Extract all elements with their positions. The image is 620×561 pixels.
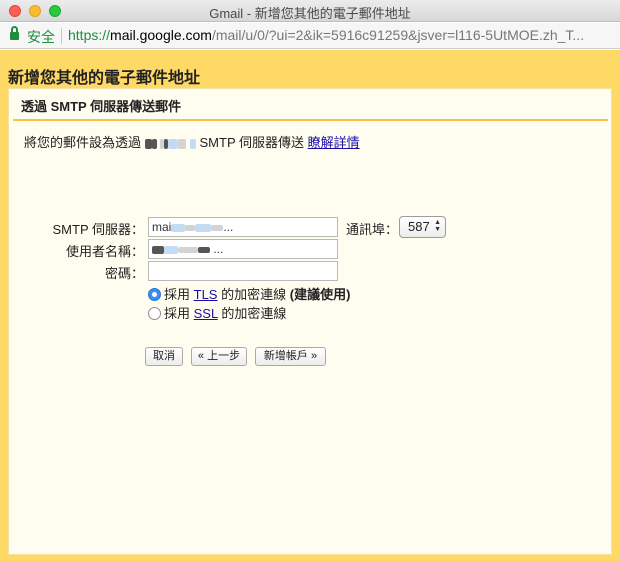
redacted-email-block bbox=[151, 138, 157, 149]
lock-icon bbox=[10, 26, 19, 41]
redacted-email-block bbox=[178, 138, 187, 149]
window-title: Gmail - 新增您其他的電子郵件地址 bbox=[209, 6, 411, 21]
password-input[interactable] bbox=[148, 261, 338, 281]
dialog-header: 新增您其他的電子郵件地址 bbox=[8, 70, 201, 87]
tls-suffix: 的加密連線 bbox=[221, 287, 287, 302]
redacted-text bbox=[178, 246, 198, 253]
intro-prefix: 將您的郵件設為透過 bbox=[24, 135, 142, 150]
smtp-server-label: SMTP 伺服器： bbox=[52, 222, 145, 237]
add-email-dialog: 新增您其他的電子郵件地址 透過 SMTP 伺服器傳送郵件 將您的郵件設為透過 S… bbox=[0, 50, 620, 561]
username-label: 使用者名稱： bbox=[65, 244, 144, 259]
address-separator bbox=[61, 28, 62, 44]
url-text[interactable]: https://mail.google.com/mail/u/0/?ui=2&i… bbox=[68, 27, 613, 43]
back-button[interactable]: « 上一步 bbox=[191, 347, 247, 366]
smtp-server-value: mai bbox=[152, 220, 172, 234]
intro-text: 將您的郵件設為透過 SMTP 伺服器傳送 瞭解詳情 bbox=[24, 132, 360, 151]
ssl-option[interactable]: 採用 SSL 的加密連線 bbox=[148, 303, 286, 322]
learn-more-link[interactable]: 瞭解詳情 bbox=[308, 135, 360, 150]
redacted-text bbox=[195, 223, 212, 232]
tls-radio[interactable] bbox=[148, 288, 161, 301]
ssl-prefix: 採用 bbox=[164, 306, 191, 321]
smtp-server-input[interactable]: mai... bbox=[148, 217, 338, 237]
updown-arrows-icon: ▲ ▼ bbox=[434, 219, 441, 233]
redacted-email-block bbox=[168, 138, 179, 149]
section-title: 透過 SMTP 伺服器傳送郵件 bbox=[21, 99, 182, 114]
url-path: /mail/u/0/?ui=2&ik=5916c91259&jsver=l116… bbox=[211, 27, 585, 43]
username-value: ... bbox=[213, 242, 224, 256]
redacted-text bbox=[164, 245, 178, 254]
port-select[interactable]: 587 ▲ ▼ bbox=[399, 216, 446, 238]
url-scheme: https:// bbox=[68, 27, 111, 43]
port-label: 通訊埠： bbox=[346, 222, 399, 237]
redacted-text bbox=[185, 224, 196, 231]
redacted-text bbox=[211, 224, 224, 231]
tls-prefix: 採用 bbox=[164, 287, 191, 302]
url-host: mail.google.com bbox=[110, 27, 212, 43]
tls-recommended-note: (建議使用) bbox=[289, 287, 351, 302]
address-bar[interactable]: 安全 https://mail.google.com/mail/u/0/?ui=… bbox=[0, 23, 620, 49]
ssl-suffix: 的加密連線 bbox=[221, 306, 287, 321]
secure-label: 安全 bbox=[27, 29, 55, 45]
smtp-server-value-tail: ... bbox=[223, 220, 234, 234]
dialog-body: 透過 SMTP 伺服器傳送郵件 將您的郵件設為透過 SMTP 伺服器傳送 瞭解詳… bbox=[8, 88, 612, 555]
intro-mid: SMTP 伺服器傳送 bbox=[199, 135, 305, 150]
port-value: 587 bbox=[408, 219, 430, 234]
add-account-button[interactable]: 新增帳戶 » bbox=[255, 347, 326, 366]
redacted-text bbox=[171, 223, 186, 232]
username-input[interactable]: ... bbox=[148, 239, 338, 259]
tls-option[interactable]: 採用 TLS 的加密連線 (建議使用) bbox=[148, 284, 350, 303]
redacted-text bbox=[198, 246, 210, 253]
redacted-text bbox=[152, 245, 164, 254]
cancel-button[interactable]: 取消 bbox=[145, 347, 183, 366]
ssl-radio[interactable] bbox=[148, 307, 161, 320]
password-label: 密碼： bbox=[104, 266, 144, 281]
redacted-email-block bbox=[144, 138, 152, 149]
ssl-link[interactable]: SSL bbox=[194, 306, 218, 321]
window-titlebar: Gmail - 新增您其他的電子郵件地址 bbox=[0, 0, 620, 22]
tls-link[interactable]: TLS bbox=[194, 287, 218, 302]
redacted-email-block bbox=[189, 138, 196, 149]
section-divider bbox=[13, 119, 608, 121]
